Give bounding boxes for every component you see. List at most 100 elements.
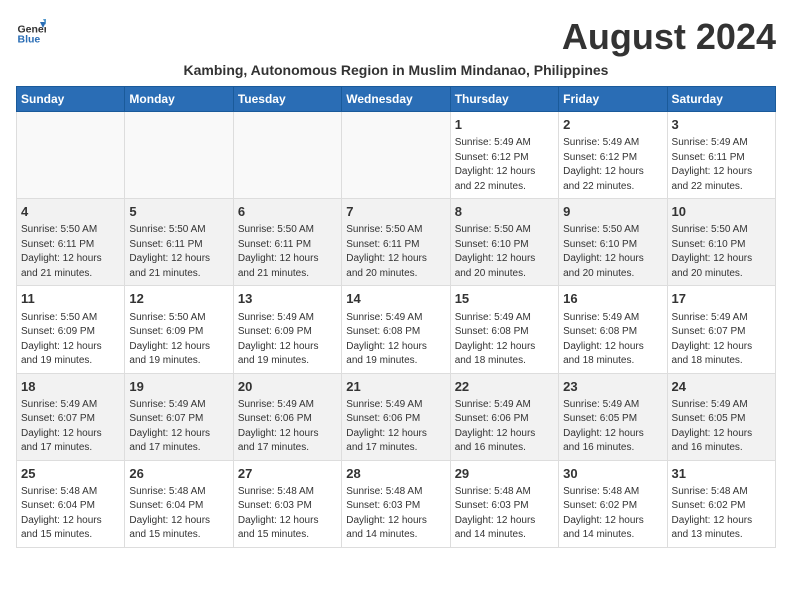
day-info: Sunrise: 5:50 AM Sunset: 6:10 PM Dayligh… bbox=[455, 223, 554, 281]
day-number: 23 bbox=[563, 378, 662, 396]
day-info: Sunrise: 5:50 AM Sunset: 6:11 PM Dayligh… bbox=[21, 223, 120, 281]
calendar-week-4: 18 Sunrise: 5:49 AM Sunset: 6:07 PM Dayli… bbox=[17, 373, 776, 460]
day-number: 12 bbox=[129, 290, 228, 308]
calendar-cell: 12 Sunrise: 5:50 AM Sunset: 6:09 PM Dayli… bbox=[125, 286, 233, 373]
day-number: 6 bbox=[238, 203, 337, 221]
calendar-cell bbox=[17, 112, 125, 199]
day-info: Sunrise: 5:49 AM Sunset: 6:12 PM Dayligh… bbox=[563, 136, 662, 194]
day-number: 13 bbox=[238, 290, 337, 308]
calendar-cell: 7 Sunrise: 5:50 AM Sunset: 6:11 PM Daylig… bbox=[342, 199, 450, 286]
calendar-cell: 30Sunrise: 5:48 AM Sunset: 6:02 PM Dayli… bbox=[559, 460, 667, 547]
calendar-cell: 4 Sunrise: 5:50 AM Sunset: 6:11 PM Daylig… bbox=[17, 199, 125, 286]
calendar-cell: 5Sunrise: 5:50 AM Sunset: 6:11 PM Daylig… bbox=[125, 199, 233, 286]
calendar-cell: 25 Sunrise: 5:48 AM Sunset: 6:04 PM Dayli… bbox=[17, 460, 125, 547]
day-number: 16 bbox=[563, 290, 662, 308]
day-number: 4 bbox=[21, 203, 120, 221]
day-number: 18 bbox=[21, 378, 120, 396]
col-header-monday: Monday bbox=[125, 87, 233, 112]
calendar-cell bbox=[342, 112, 450, 199]
day-number: 31 bbox=[672, 465, 771, 483]
day-number: 19 bbox=[129, 378, 228, 396]
calendar-week-5: 25 Sunrise: 5:48 AM Sunset: 6:04 PM Dayli… bbox=[17, 460, 776, 547]
day-number: 27 bbox=[238, 465, 337, 483]
day-info: Sunrise: 5:49 AM Sunset: 6:08 PM Dayligh… bbox=[563, 311, 662, 369]
day-info: Sunrise: 5:50 AM Sunset: 6:11 PM Dayligh… bbox=[238, 223, 337, 281]
calendar-cell: 2 Sunrise: 5:49 AM Sunset: 6:12 PM Daylig… bbox=[559, 112, 667, 199]
calendar-cell: 23 Sunrise: 5:49 AM Sunset: 6:05 PM Dayli… bbox=[559, 373, 667, 460]
day-number: 26 bbox=[129, 465, 228, 483]
day-info: Sunrise: 5:49 AM Sunset: 6:09 PM Dayligh… bbox=[238, 311, 337, 369]
col-header-wednesday: Wednesday bbox=[342, 87, 450, 112]
calendar-cell: 24 Sunrise: 5:49 AM Sunset: 6:05 PM Dayli… bbox=[667, 373, 775, 460]
day-number: 7 bbox=[346, 203, 445, 221]
day-number: 2 bbox=[563, 116, 662, 134]
day-number: 14 bbox=[346, 290, 445, 308]
month-title: August 2024 bbox=[562, 16, 776, 58]
calendar-cell: 6 Sunrise: 5:50 AM Sunset: 6:11 PM Daylig… bbox=[233, 199, 341, 286]
day-number: 10 bbox=[672, 203, 771, 221]
calendar-cell bbox=[125, 112, 233, 199]
calendar-cell: 29Sunrise: 5:48 AM Sunset: 6:03 PM Dayli… bbox=[450, 460, 558, 547]
calendar-cell: 26Sunrise: 5:48 AM Sunset: 6:04 PM Dayli… bbox=[125, 460, 233, 547]
day-info: Sunrise: 5:48 AM Sunset: 6:02 PM Dayligh… bbox=[672, 485, 771, 543]
day-number: 1 bbox=[455, 116, 554, 134]
day-number: 17 bbox=[672, 290, 771, 308]
col-header-tuesday: Tuesday bbox=[233, 87, 341, 112]
day-info: Sunrise: 5:49 AM Sunset: 6:05 PM Dayligh… bbox=[672, 398, 771, 456]
svg-text:Blue: Blue bbox=[18, 33, 41, 45]
day-info: Sunrise: 5:48 AM Sunset: 6:04 PM Dayligh… bbox=[21, 485, 120, 543]
day-number: 15 bbox=[455, 290, 554, 308]
day-info: Sunrise: 5:50 AM Sunset: 6:11 PM Dayligh… bbox=[346, 223, 445, 281]
day-info: Sunrise: 5:50 AM Sunset: 6:10 PM Dayligh… bbox=[672, 223, 771, 281]
day-info: Sunrise: 5:48 AM Sunset: 6:02 PM Dayligh… bbox=[563, 485, 662, 543]
col-header-saturday: Saturday bbox=[667, 87, 775, 112]
calendar-cell: 21 Sunrise: 5:49 AM Sunset: 6:06 PM Dayli… bbox=[342, 373, 450, 460]
calendar-cell: 10 Sunrise: 5:50 AM Sunset: 6:10 PM Dayli… bbox=[667, 199, 775, 286]
calendar-cell: 28 Sunrise: 5:48 AM Sunset: 6:03 PM Dayli… bbox=[342, 460, 450, 547]
day-info: Sunrise: 5:49 AM Sunset: 6:12 PM Dayligh… bbox=[455, 136, 554, 194]
calendar-subtitle: Kambing, Autonomous Region in Muslim Min… bbox=[16, 62, 776, 78]
day-number: 21 bbox=[346, 378, 445, 396]
day-info: Sunrise: 5:49 AM Sunset: 6:07 PM Dayligh… bbox=[129, 398, 228, 456]
calendar-cell: 22 Sunrise: 5:49 AM Sunset: 6:06 PM Dayli… bbox=[450, 373, 558, 460]
calendar-cell: 16 Sunrise: 5:49 AM Sunset: 6:08 PM Dayli… bbox=[559, 286, 667, 373]
header-row: SundayMondayTuesdayWednesdayThursdayFrid… bbox=[17, 87, 776, 112]
day-info: Sunrise: 5:49 AM Sunset: 6:07 PM Dayligh… bbox=[672, 311, 771, 369]
day-number: 22 bbox=[455, 378, 554, 396]
day-number: 11 bbox=[21, 290, 120, 308]
logo-icon: General Blue bbox=[16, 16, 46, 46]
day-info: Sunrise: 5:50 AM Sunset: 6:09 PM Dayligh… bbox=[129, 311, 228, 369]
day-number: 25 bbox=[21, 465, 120, 483]
logo: General Blue bbox=[16, 16, 46, 46]
calendar-cell: 19 Sunrise: 5:49 AM Sunset: 6:07 PM Dayli… bbox=[125, 373, 233, 460]
calendar-cell: 3 Sunrise: 5:49 AM Sunset: 6:11 PM Daylig… bbox=[667, 112, 775, 199]
day-info: Sunrise: 5:49 AM Sunset: 6:08 PM Dayligh… bbox=[455, 311, 554, 369]
day-number: 24 bbox=[672, 378, 771, 396]
day-number: 28 bbox=[346, 465, 445, 483]
day-number: 5 bbox=[129, 203, 228, 221]
calendar-cell: 13 Sunrise: 5:49 AM Sunset: 6:09 PM Dayli… bbox=[233, 286, 341, 373]
day-info: Sunrise: 5:49 AM Sunset: 6:06 PM Dayligh… bbox=[238, 398, 337, 456]
page-header: General Blue August 2024 bbox=[16, 16, 776, 58]
day-number: 3 bbox=[672, 116, 771, 134]
day-info: Sunrise: 5:49 AM Sunset: 6:06 PM Dayligh… bbox=[455, 398, 554, 456]
day-info: Sunrise: 5:48 AM Sunset: 6:03 PM Dayligh… bbox=[238, 485, 337, 543]
calendar-cell: 9Sunrise: 5:50 AM Sunset: 6:10 PM Daylig… bbox=[559, 199, 667, 286]
calendar-table: SundayMondayTuesdayWednesdayThursdayFrid… bbox=[16, 86, 776, 548]
day-info: Sunrise: 5:49 AM Sunset: 6:05 PM Dayligh… bbox=[563, 398, 662, 456]
calendar-cell bbox=[233, 112, 341, 199]
calendar-cell: 20 Sunrise: 5:49 AM Sunset: 6:06 PM Dayli… bbox=[233, 373, 341, 460]
calendar-cell: 31 Sunrise: 5:48 AM Sunset: 6:02 PM Dayli… bbox=[667, 460, 775, 547]
calendar-week-3: 11 Sunrise: 5:50 AM Sunset: 6:09 PM Dayli… bbox=[17, 286, 776, 373]
col-header-thursday: Thursday bbox=[450, 87, 558, 112]
day-info: Sunrise: 5:49 AM Sunset: 6:06 PM Dayligh… bbox=[346, 398, 445, 456]
calendar-cell: 8Sunrise: 5:50 AM Sunset: 6:10 PM Daylig… bbox=[450, 199, 558, 286]
day-info: Sunrise: 5:49 AM Sunset: 6:11 PM Dayligh… bbox=[672, 136, 771, 194]
col-header-friday: Friday bbox=[559, 87, 667, 112]
day-number: 20 bbox=[238, 378, 337, 396]
calendar-cell: 14 Sunrise: 5:49 AM Sunset: 6:08 PM Dayli… bbox=[342, 286, 450, 373]
day-info: Sunrise: 5:49 AM Sunset: 6:08 PM Dayligh… bbox=[346, 311, 445, 369]
day-info: Sunrise: 5:50 AM Sunset: 6:09 PM Dayligh… bbox=[21, 311, 120, 369]
day-info: Sunrise: 5:48 AM Sunset: 6:03 PM Dayligh… bbox=[346, 485, 445, 543]
calendar-cell: 17 Sunrise: 5:49 AM Sunset: 6:07 PM Dayli… bbox=[667, 286, 775, 373]
